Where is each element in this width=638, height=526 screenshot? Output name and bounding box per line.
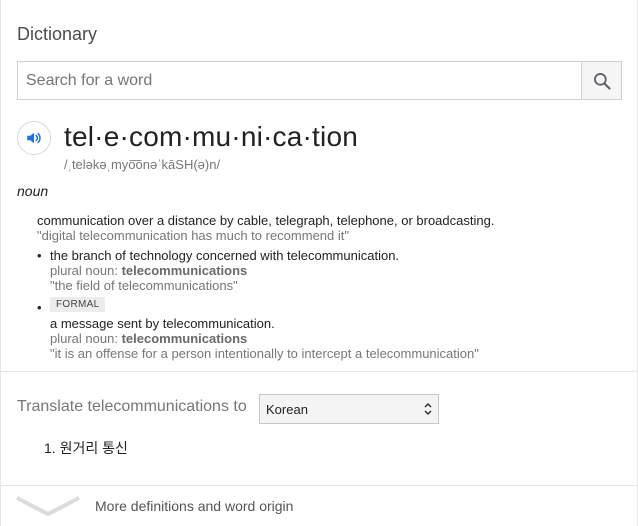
search-box [17,61,622,100]
phonetic-spelling: /ˌteləkəˌmyo͞onəˈkāSH(ə)n/ [64,157,221,172]
search-input[interactable] [18,62,581,99]
bullet-3: • [37,300,42,315]
card-title: Dictionary [17,24,98,44]
dictionary-card: Dictionary tel·e·com·mu·ni·ca·tion /ˌtel… [0,0,638,526]
plural-label: plural noun: [50,331,122,346]
definition-1: communication over a distance by cable, … [37,213,495,228]
part-of-speech: noun [17,183,49,199]
search-icon [593,72,611,90]
definition-3: a message sent by telecommunication. [50,316,275,331]
example-2: "the field of telecommunications" [50,278,238,293]
pronunciation-button[interactable] [17,121,51,155]
plural-noun-3: plural noun: telecommunications [50,331,247,346]
plural-word: telecommunications [121,331,248,346]
language-select[interactable]: Korean [259,394,439,424]
selected-language: Korean [266,401,308,417]
translation-result: 1. 원거리 통신 [44,440,128,456]
search-button[interactable] [581,62,621,99]
definition-2: the branch of technology concerned with … [50,248,400,263]
plural-word: telecommunications [121,263,248,278]
plural-noun-2: plural noun: telecommunications [50,263,247,278]
speaker-icon [27,132,41,144]
headword: tel·e·com·mu·ni·ca·tion [64,121,358,152]
dropdown-arrows-icon [424,402,432,416]
bullet-2: • [37,248,42,263]
more-definitions-link[interactable]: More definitions and word origin [95,498,293,514]
register-badge: FORMAL [50,297,106,312]
translate-label: Translate telecommunications to [17,398,247,415]
chevron-down-icon[interactable] [15,494,81,518]
example-3: "it is an offense for a person intention… [50,346,479,361]
example-1: "digital telecommunication has much to r… [37,228,349,243]
divider [1,371,638,372]
plural-label: plural noun: [50,263,122,278]
divider [1,485,638,486]
